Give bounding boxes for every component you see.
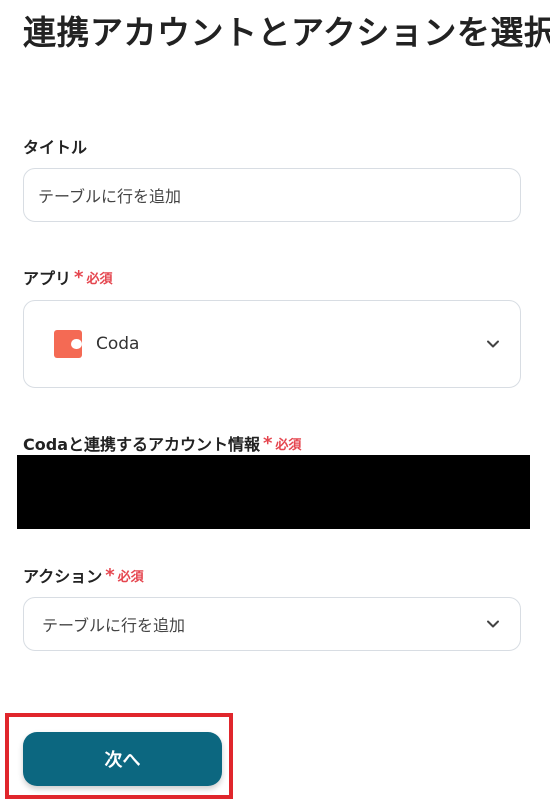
- required-star: *: [263, 432, 273, 454]
- required-text: 必須: [275, 437, 302, 453]
- account-label: Codaと連携するアカウント情報 * 必須: [23, 431, 301, 455]
- next-button[interactable]: 次へ: [23, 732, 222, 786]
- account-label-text: Codaと連携するアカウント情報: [23, 435, 260, 454]
- action-select[interactable]: テーブルに行を追加: [23, 597, 521, 651]
- required-text: 必須: [86, 271, 113, 287]
- title-label-text: タイトル: [23, 138, 88, 157]
- coda-logo-icon: [54, 330, 82, 358]
- app-name: Coda: [96, 334, 140, 354]
- required-text: 必須: [117, 569, 144, 585]
- chevron-down-icon: [487, 620, 499, 628]
- page-title: 連携アカウントとアクションを選択: [23, 13, 550, 52]
- redacted-account-block: [17, 455, 530, 529]
- page: 連携アカウントとアクションを選択 タイトル アプリ * 必須 Coda Coda…: [0, 0, 550, 806]
- title-label: タイトル: [23, 134, 87, 158]
- required-star: *: [105, 564, 115, 586]
- app-select[interactable]: Coda: [23, 300, 521, 388]
- app-label: アプリ * 必須: [23, 265, 112, 289]
- required-badge: * 必須: [105, 565, 143, 586]
- action-label: アクション * 必須: [23, 563, 144, 587]
- required-badge: * 必須: [74, 267, 112, 288]
- app-label-text: アプリ: [23, 269, 72, 288]
- required-badge: * 必須: [263, 433, 301, 454]
- action-value: テーブルに行を追加: [42, 616, 186, 635]
- action-label-text: アクション: [23, 567, 103, 586]
- required-star: *: [74, 266, 84, 288]
- title-field[interactable]: [23, 168, 521, 222]
- title-input[interactable]: [24, 169, 520, 221]
- chevron-down-icon: [487, 340, 499, 348]
